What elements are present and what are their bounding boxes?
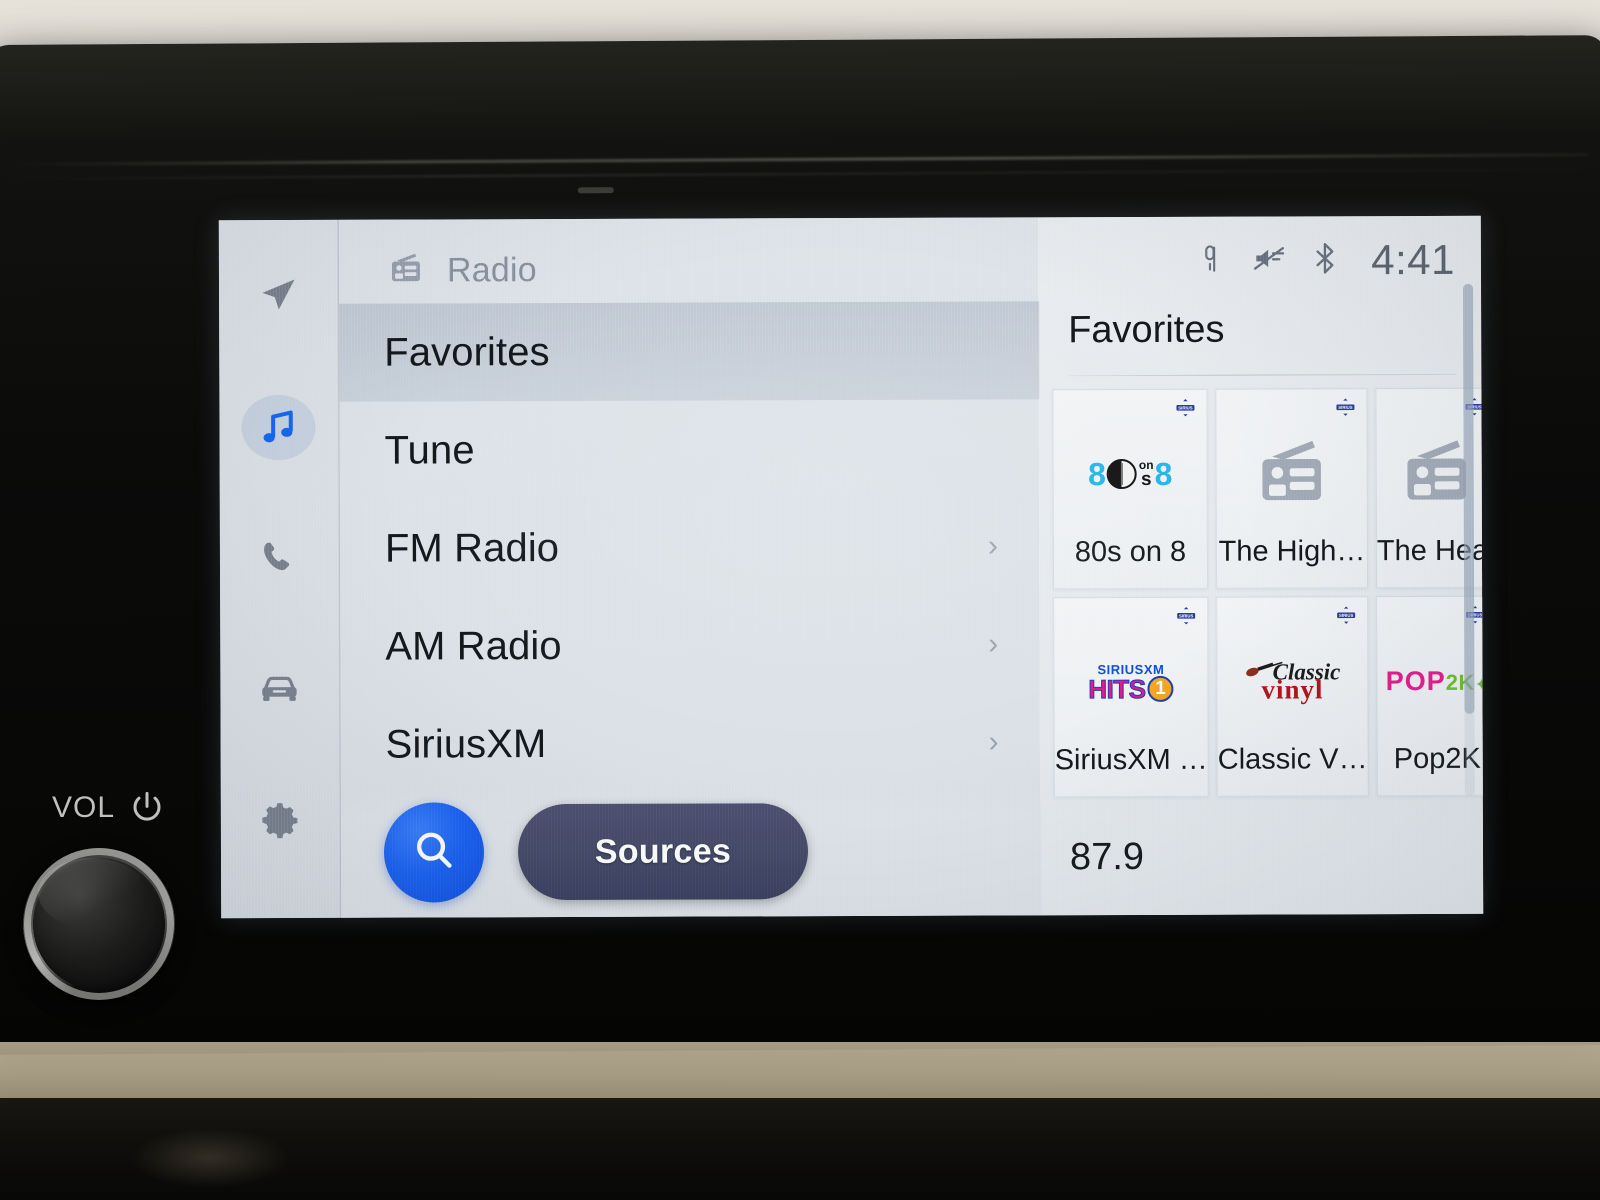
menu-item-label: SiriusXM <box>385 721 547 767</box>
favorite-tile-classic-vinyl[interactable]: SIRIUS Classic vinyl Classic V… <box>1216 596 1369 797</box>
head-unit-scene: VOL Radio Favorites Tune FM Radio › AM R… <box>0 0 1600 1200</box>
sidebar-item-navigation[interactable] <box>241 264 315 329</box>
bezel-moulding-lower <box>0 168 1588 180</box>
chevron-right-icon: › <box>987 529 998 563</box>
chevron-right-icon: › <box>988 725 999 759</box>
favorites-scrollbar[interactable] <box>1463 283 1475 796</box>
sources-button-label: Sources <box>594 831 732 871</box>
search-icon <box>409 825 459 880</box>
menu-item-label: FM Radio <box>384 525 560 571</box>
radio-menu-list: Favorites Tune FM Radio › AM Radio › Sir… <box>339 301 1041 793</box>
music-note-icon <box>255 404 301 450</box>
favorite-tile-siriusxm-hits1[interactable]: SIRIUS SIRIUSXM HITS 1 SiriusXM … <box>1053 596 1209 798</box>
generic-radio-icon <box>1253 435 1331 512</box>
volume-cluster: VOL <box>52 778 222 838</box>
80s-on-8-logo: 8 on s 8 <box>1088 455 1173 493</box>
chevron-right-icon: › <box>988 627 999 661</box>
sound-mute-icon <box>1251 241 1287 280</box>
favorite-tile-80s-on-8[interactable]: SIRIUS 8 on s 8 80s on 8 <box>1052 388 1209 590</box>
list-panel-bottom-bar: Sources <box>340 785 1042 918</box>
sidebar-icon-rail <box>218 219 340 919</box>
status-bar: 4:41 <box>1195 234 1455 287</box>
svg-text:SIRIUS: SIRIUS <box>1178 405 1192 410</box>
sidebar-item-phone[interactable] <box>242 525 316 590</box>
mic-mute-icon <box>1195 241 1225 280</box>
bluetooth-icon <box>1313 241 1337 280</box>
frequency-readout: 87.9 <box>1069 835 1145 879</box>
svg-text:SIRIUS: SIRIUS <box>1179 613 1193 618</box>
svg-text:SIRIUS: SIRIUS <box>1339 613 1353 618</box>
svg-text:SIRIUS: SIRIUS <box>1338 405 1352 410</box>
bezel-moulding-upper <box>7 153 1588 166</box>
menu-item-tune[interactable]: Tune <box>339 399 1039 499</box>
car-icon <box>257 667 301 711</box>
dashboard-trim-strip <box>0 1042 1600 1102</box>
menu-item-fm-radio[interactable]: FM Radio › <box>340 497 1040 597</box>
phone-icon <box>258 537 300 579</box>
favorites-divider <box>1068 373 1457 377</box>
favorites-grid: SIRIUS 8 on s 8 80s on 8 SIRIUS The High… <box>1052 387 1484 798</box>
tile-artwork: SIRIUSXM HITS 1 <box>1088 626 1174 738</box>
tile-artwork: Classic vinyl <box>1244 625 1340 737</box>
siriusxm-badge-icon: SIRIUS <box>1333 397 1357 417</box>
sources-button[interactable]: Sources <box>517 803 809 901</box>
siriusxm-badge-icon: SIRIUS <box>1174 606 1198 626</box>
tile-label: The High… <box>1218 535 1366 568</box>
radio-icon <box>387 249 425 292</box>
sidebar-item-audio[interactable] <box>241 394 316 460</box>
menu-item-favorites[interactable]: Favorites <box>339 301 1040 402</box>
volume-knob[interactable] <box>22 846 176 1002</box>
favorite-tile-the-highway[interactable]: SIRIUS The High… <box>1215 388 1369 589</box>
favorites-title: Favorites <box>1068 308 1225 352</box>
sidebar-item-settings[interactable] <box>243 787 317 852</box>
power-icon[interactable] <box>127 788 167 828</box>
scrollbar-thumb[interactable] <box>1463 283 1475 714</box>
tile-label: Classic V… <box>1217 743 1368 776</box>
tile-artwork <box>1252 417 1330 529</box>
menu-item-siriusxm[interactable]: SiriusXM › <box>340 693 1040 793</box>
tile-artwork: 8 on s 8 <box>1088 418 1173 530</box>
siriusxm-hits1-logo: SIRIUSXM HITS 1 <box>1088 661 1174 704</box>
tile-label: SiriusXM … <box>1054 743 1208 777</box>
menu-item-label: AM Radio <box>385 623 562 669</box>
dashboard-glow <box>130 1128 290 1188</box>
search-button[interactable] <box>383 802 485 903</box>
classic-vinyl-logo: Classic vinyl <box>1244 659 1340 704</box>
navigation-arrow-icon <box>256 274 300 318</box>
microphone-slot <box>577 187 614 194</box>
menu-item-label: Favorites <box>384 329 550 375</box>
favorites-panel: 4:41 Favorites SIRIUS 8 on s 8 80s on 8 … <box>1037 215 1484 916</box>
menu-item-am-radio[interactable]: AM Radio › <box>340 595 1040 695</box>
siriusxm-badge-icon: SIRIUS <box>1334 605 1358 625</box>
clock: 4:41 <box>1371 235 1456 284</box>
knob-rim-highlight <box>22 846 176 1002</box>
dashboard-lower <box>0 1098 1600 1200</box>
infotainment-screen: Radio Favorites Tune FM Radio › AM Radio <box>218 215 1484 919</box>
sidebar-item-vehicle[interactable] <box>242 656 316 721</box>
volume-label: VOL <box>52 791 116 824</box>
gear-icon <box>259 799 301 841</box>
radio-header: Radio <box>387 249 537 293</box>
radio-header-label: Radio <box>446 251 537 290</box>
siriusxm-badge-icon: SIRIUS <box>1173 398 1197 418</box>
tile-label: 80s on 8 <box>1074 535 1187 569</box>
radio-list-panel: Radio Favorites Tune FM Radio › AM Radio <box>337 217 1042 918</box>
menu-item-label: Tune <box>384 427 475 473</box>
